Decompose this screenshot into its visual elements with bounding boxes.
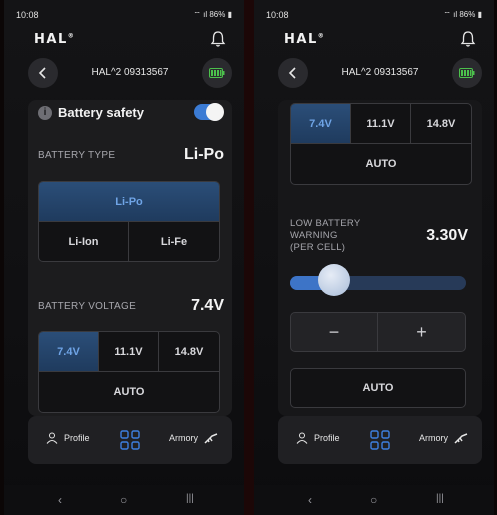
status-time: 10:08 — [266, 10, 289, 20]
system-back-button[interactable]: ‹ — [58, 493, 62, 507]
back-button[interactable] — [278, 58, 308, 88]
warning-label-line-2: WARNING — [290, 230, 338, 241]
status-bar: 10:08 ⌔ ıl 86% ▮ — [4, 0, 244, 24]
voltage-option-7-4[interactable]: 7.4V — [291, 104, 351, 144]
chevron-left-icon — [288, 67, 296, 79]
increment-button[interactable]: + — [378, 313, 465, 351]
device-name: HAL^2 09313567 — [341, 67, 419, 78]
nav-profile[interactable]: Profile — [46, 432, 90, 444]
bottom-nav: Profile Armory — [28, 416, 232, 464]
logo-text: HAL — [34, 32, 68, 47]
person-icon — [296, 432, 308, 444]
system-back-button[interactable]: ‹ — [308, 493, 312, 507]
status-time: 10:08 — [16, 10, 39, 20]
grid-icon[interactable] — [120, 430, 140, 450]
battery-type-option-liion[interactable]: Li-Ion — [39, 222, 129, 261]
battery-type-label: BATTERY TYPE — [38, 150, 116, 161]
battery-voltage-label: BATTERY VOLTAGE — [38, 301, 137, 312]
logo-mark: ® — [67, 32, 76, 40]
battery-type-value: Li-Po — [184, 146, 224, 163]
low-battery-stepper: − + — [290, 312, 466, 352]
bell-icon[interactable] — [210, 30, 226, 48]
voltage-option-14-8[interactable]: 14.8V — [159, 332, 219, 372]
nav-profile-label: Profile — [64, 433, 90, 443]
system-home-button[interactable]: ○ — [120, 493, 127, 507]
system-nav-bar: ‹ ○ ||| — [254, 485, 494, 515]
system-recents-button[interactable]: ||| — [436, 493, 444, 504]
device-name: HAL^2 09313567 — [91, 67, 169, 78]
battery-percent: 86% — [459, 10, 476, 19]
nav-profile-label: Profile — [314, 433, 340, 443]
voltage-option-14-8[interactable]: 14.8V — [411, 104, 471, 144]
low-battery-slider-track[interactable] — [290, 276, 466, 290]
warning-label-line-1: LOW BATTERY — [290, 218, 361, 229]
battery-voltage-selector: 7.4V 11.1V 14.8V AUTO — [290, 103, 472, 185]
phone-screen-left: 10:08 ⌔ ıl 86% ▮ HAL® HAL^2 09313567 i B… — [4, 0, 244, 515]
app-logo: HAL® — [284, 32, 325, 47]
battery-icon — [209, 68, 225, 78]
app-logo: HAL® — [34, 32, 75, 47]
nav-armory-label: Armory — [419, 433, 448, 443]
battery-type-option-lipo[interactable]: Li-Po — [39, 182, 219, 222]
grid-icon[interactable] — [370, 430, 390, 450]
back-button[interactable] — [28, 58, 58, 88]
voltage-option-11-1[interactable]: 11.1V — [99, 332, 159, 372]
battery-type-option-life[interactable]: Li-Fe — [129, 222, 219, 261]
system-recents-button[interactable]: ||| — [186, 493, 194, 504]
warning-label-line-3: (PER CELL) — [290, 242, 346, 253]
battery-safety-header: i Battery safety — [38, 103, 228, 124]
logo-mark: ® — [317, 32, 326, 40]
low-battery-slider-handle[interactable] — [318, 264, 350, 296]
voltage-option-auto[interactable]: AUTO — [291, 144, 471, 184]
system-nav-bar: ‹ ○ ||| — [4, 485, 244, 515]
bell-icon[interactable] — [460, 30, 476, 48]
status-icons: ⌔ ıl 86% ▮ — [193, 10, 232, 19]
battery-type-selector: Li-Po Li-Ion Li-Fe — [38, 181, 220, 262]
nav-profile[interactable]: Profile — [296, 432, 340, 444]
battery-voltage-value: 7.4V — [191, 297, 224, 314]
nav-armory[interactable]: Armory — [169, 432, 218, 444]
battery-status-button[interactable] — [202, 58, 232, 88]
battery-percent: 86% — [209, 10, 226, 19]
bottom-nav: Profile Armory — [278, 416, 482, 464]
battery-icon — [459, 68, 475, 78]
chevron-left-icon — [38, 67, 46, 79]
device-header: HAL^2 09313567 — [28, 58, 232, 88]
logo-text: HAL — [284, 32, 318, 47]
system-home-button[interactable]: ○ — [370, 493, 377, 507]
low-battery-warning-label: LOW BATTERY WARNING (PER CELL) — [290, 218, 361, 254]
rifle-icon — [204, 433, 218, 444]
phone-screen-right: 10:08 ⌔ ıl 86% ▮ HAL® HAL^2 09313567 7.4… — [254, 0, 494, 515]
low-battery-auto-button[interactable]: AUTO — [290, 368, 466, 408]
battery-safety-toggle[interactable] — [194, 103, 224, 121]
low-battery-warning-value: 3.30V — [426, 227, 468, 244]
voltage-option-auto[interactable]: AUTO — [39, 372, 219, 412]
status-icons: ⌔ ıl 86% ▮ — [443, 10, 482, 19]
info-icon[interactable]: i — [38, 106, 52, 120]
battery-safety-title: Battery safety — [58, 105, 144, 120]
person-icon — [46, 432, 58, 444]
rifle-icon — [454, 433, 468, 444]
toggle-knob — [206, 103, 224, 121]
battery-voltage-selector: 7.4V 11.1V 14.8V AUTO — [38, 331, 220, 413]
background-divider — [244, 0, 254, 515]
voltage-option-11-1[interactable]: 11.1V — [351, 104, 411, 144]
device-header: HAL^2 09313567 — [278, 58, 482, 88]
voltage-option-7-4[interactable]: 7.4V — [39, 332, 99, 372]
decrement-button[interactable]: − — [291, 313, 378, 351]
status-bar: 10:08 ⌔ ıl 86% ▮ — [254, 0, 494, 24]
nav-armory[interactable]: Armory — [419, 432, 468, 444]
nav-armory-label: Armory — [169, 433, 198, 443]
battery-status-button[interactable] — [452, 58, 482, 88]
